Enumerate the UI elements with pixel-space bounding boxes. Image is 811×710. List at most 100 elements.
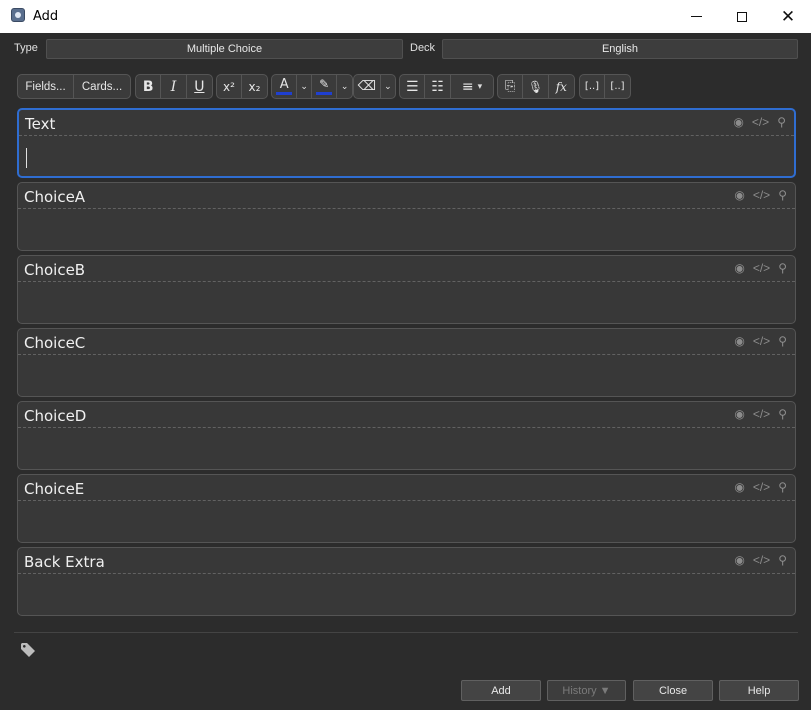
toolbar-group-inline: B I U [135,74,213,99]
toolbar-group-scripts: x² x₂ [216,74,268,99]
history-button[interactable]: History ▼ [547,680,626,701]
attach-button[interactable]: ⎘ [498,75,524,98]
field-name: ChoiceA [24,188,86,206]
minimize-button[interactable] [673,0,719,33]
bold-button[interactable]: B [136,75,162,98]
pin-icon[interactable]: ⚲ [778,261,787,275]
field-editor[interactable]: ChoiceA ◉ </> ⚲ [17,182,796,251]
field-separator [18,281,795,282]
html-editor-icon[interactable]: </> [753,188,770,202]
add-button[interactable]: Add [461,680,541,701]
fields-button[interactable]: Fields... [18,75,75,98]
pin-icon[interactable]: ⚲ [778,334,787,348]
html-editor-icon[interactable]: </> [752,115,769,129]
toolbar-group-eraser: ⌫ ⌄ [353,74,396,99]
title-bar: Add ✕ [0,0,811,33]
field-separator [18,427,795,428]
field-editor[interactable]: ChoiceE ◉ </> ⚲ [17,474,796,543]
eye-icon[interactable]: ◉ [734,553,744,567]
html-editor-icon[interactable]: </> [753,261,770,275]
underline-button[interactable]: U [187,75,212,98]
field-icons: ◉ </> ⚲ [734,553,787,567]
field-editor[interactable]: ChoiceD ◉ </> ⚲ [17,401,796,470]
text-color-icon: A [279,77,289,92]
help-button[interactable]: Help [719,680,799,701]
field-editor[interactable]: ChoiceC ◉ </> ⚲ [17,328,796,397]
highlight-color-dropdown[interactable]: ⌄ [337,75,352,98]
cloze-same-button[interactable]: [..] [605,75,630,98]
note-type-selector[interactable]: Multiple Choice [46,39,403,59]
field-separator [19,135,794,136]
eye-icon[interactable]: ◉ [734,407,744,421]
toolbar-group-lists: ☰ ☷ ≡ ▾ [399,74,494,99]
text-color-button[interactable]: A [272,75,298,98]
field-editor[interactable]: ChoiceB ◉ </> ⚲ [17,255,796,324]
toolbar-group-colors: A ⌄ ✎ ⌄ [271,74,353,99]
pin-icon[interactable]: ⚲ [778,188,787,202]
field-editor[interactable]: Back Extra ◉ </> ⚲ [17,547,796,616]
field-icons: ◉ </> ⚲ [733,115,786,129]
alignment-button[interactable]: ≡ ▾ [451,75,493,98]
highlight-color-swatch [316,92,333,95]
cards-button[interactable]: Cards... [74,75,130,98]
field-icons: ◉ </> ⚲ [734,188,787,202]
html-editor-icon[interactable]: </> [753,553,770,567]
field-separator [18,500,795,501]
eye-icon[interactable]: ◉ [734,480,744,494]
pin-icon[interactable]: ⚲ [778,407,787,421]
math-button[interactable]: fx [549,75,574,98]
unordered-list-button[interactable]: ☰ [400,75,426,98]
close-button[interactable]: Close [633,680,713,701]
eraser-dropdown[interactable]: ⌄ [381,75,395,98]
field-name: ChoiceE [24,480,85,498]
tag-icon[interactable] [20,642,36,658]
record-audio-button[interactable]: 🎙 [523,75,549,98]
field-icons: ◉ </> ⚲ [734,334,787,348]
eraser-button[interactable]: ⌫ [354,75,381,98]
italic-button[interactable]: I [161,75,187,98]
field-name: Text [25,115,56,133]
field-editor[interactable]: Text ◉ </> ⚲ [17,108,796,178]
toolbar-group-cloze: [..] [..] [579,74,631,99]
close-window-button[interactable]: ✕ [765,0,811,33]
deck-label: Deck [410,42,436,54]
highlight-color-button[interactable]: ✎ [312,75,338,98]
alignment-dropdown-icon: ▾ [477,81,483,91]
field-icons: ◉ </> ⚲ [734,407,787,421]
field-name: ChoiceD [24,407,87,425]
text-color-dropdown[interactable]: ⌄ [297,75,312,98]
window-title: Add [33,9,59,24]
html-editor-icon[interactable]: </> [753,334,770,348]
pin-icon[interactable]: ⚲ [778,553,787,567]
field-separator [18,354,795,355]
html-editor-icon[interactable]: </> [753,480,770,494]
ordered-list-button[interactable]: ☷ [425,75,451,98]
field-name: Back Extra [24,553,105,571]
maximize-icon [737,11,747,22]
highlighter-icon: ✎ [319,77,330,91]
maximize-button[interactable] [719,0,765,33]
eye-icon[interactable]: ◉ [733,115,743,129]
field-name: ChoiceC [24,334,86,352]
superscript-button[interactable]: x² [217,75,243,98]
toolbar-group-notetype: Fields... Cards... [17,74,131,99]
eye-icon[interactable]: ◉ [734,188,744,202]
subscript-button[interactable]: x₂ [242,75,267,98]
cloze-button[interactable]: [..] [580,75,606,98]
eye-icon[interactable]: ◉ [734,334,744,348]
field-separator [18,573,795,574]
text-color-swatch [276,92,293,95]
tag-divider [14,632,798,633]
html-editor-icon[interactable]: </> [753,407,770,421]
field-name: ChoiceB [24,261,86,279]
eye-icon[interactable]: ◉ [734,261,744,275]
pin-icon[interactable]: ⚲ [778,480,787,494]
type-label: Type [14,42,38,54]
field-icons: ◉ </> ⚲ [734,480,787,494]
toolbar-group-media: ⎘ 🎙 fx [497,74,575,99]
deck-selector[interactable]: English [442,39,798,59]
pin-icon[interactable]: ⚲ [777,115,786,129]
app-icon [11,8,25,22]
text-cursor [26,148,27,168]
field-icons: ◉ </> ⚲ [734,261,787,275]
